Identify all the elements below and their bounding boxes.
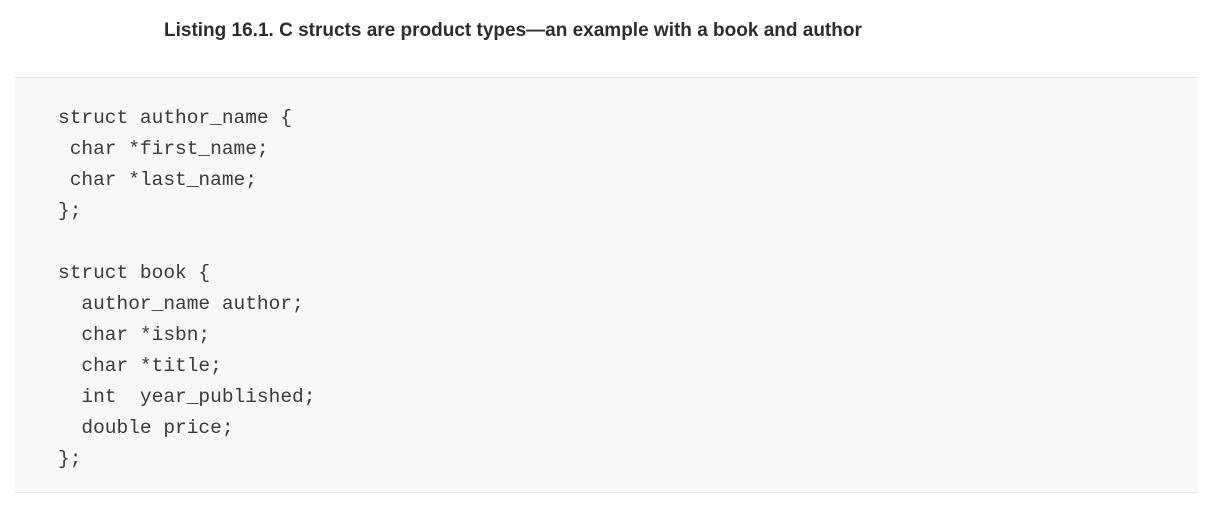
code-line: char *first_name; bbox=[58, 138, 269, 160]
code-line: char *last_name; bbox=[58, 169, 257, 191]
code-line: struct author_name { bbox=[58, 107, 293, 129]
code-line: struct book { bbox=[58, 262, 211, 284]
code-line: char *title; bbox=[58, 355, 222, 377]
code-line: }; bbox=[58, 448, 82, 470]
code-line: char *isbn; bbox=[58, 324, 211, 346]
code-block: struct author_name { char *first_name; c… bbox=[15, 77, 1198, 493]
code-listing: struct author_name { char *first_name; c… bbox=[58, 103, 315, 475]
code-line: int year_published; bbox=[58, 386, 316, 408]
code-line: author_name author; bbox=[58, 293, 304, 315]
listing-title: Listing 16.1. C structs are product type… bbox=[164, 20, 862, 41]
code-line: }; bbox=[58, 200, 82, 222]
code-line: double price; bbox=[58, 417, 234, 439]
